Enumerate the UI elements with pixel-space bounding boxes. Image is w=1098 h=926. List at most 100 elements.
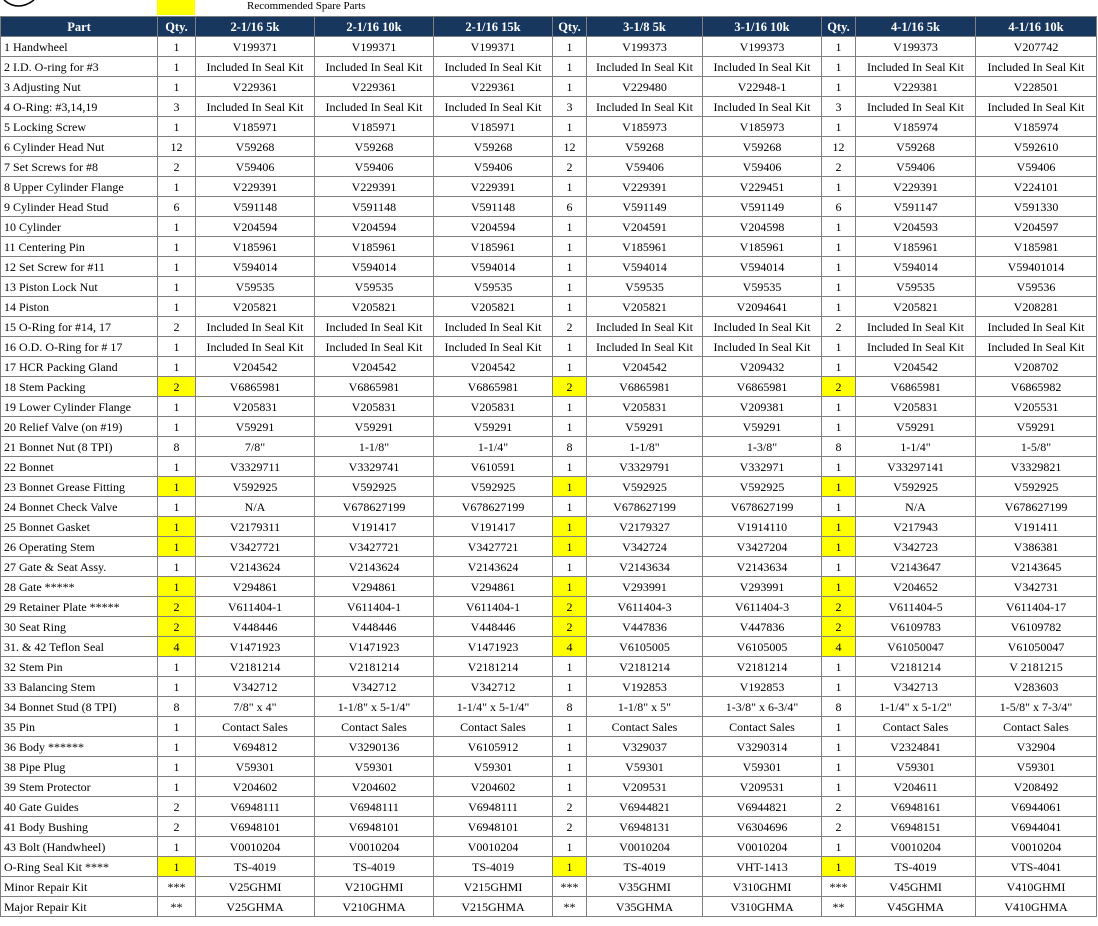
part-number-cell: V59291 <box>586 416 703 437</box>
part-number-cell: V678627199 <box>975 496 1097 517</box>
part-name-cell: 29 Retainer Plate ***** <box>0 596 158 617</box>
part-number-cell: V610591 <box>433 456 553 477</box>
part-name-cell: 31. & 42 Teflon Seal <box>0 636 158 657</box>
part-number-cell: V594014 <box>314 256 434 277</box>
part-number-cell: V0010204 <box>586 836 703 857</box>
part-number-cell: V6865981 <box>314 376 434 397</box>
qty-cell: 1 <box>157 276 196 297</box>
part-name-cell: 17 HCR Packing Gland <box>0 356 158 377</box>
part-number-cell: V59268 <box>586 136 703 157</box>
table-row: 10 Cylinder 1 V204594 V204594 V204594 1 V20459… <box>0 216 1097 237</box>
part-name-cell: 5 Locking Screw <box>0 116 158 137</box>
part-number-cell: V2094641 <box>702 296 822 317</box>
part-name-cell: 38 Pipe Plug <box>0 756 158 777</box>
part-number-cell: V204602 <box>195 776 315 797</box>
part-number-cell: TS-4019 <box>314 856 434 877</box>
qty-cell: 2 <box>157 616 196 637</box>
part-number-cell: V204594 <box>195 216 315 237</box>
qty-cell: 8 <box>821 696 856 717</box>
part-number-cell: V3427721 <box>433 536 553 557</box>
part-number-cell: V205831 <box>195 396 315 417</box>
part-number-cell: V591149 <box>586 196 703 217</box>
part-number-cell: 1-1/8" x 5" <box>586 696 703 717</box>
part-number-cell: V59291 <box>433 416 553 437</box>
table-row: 13 Piston Lock Nut 1 V59535 V59535 V59535 1 V5… <box>0 276 1097 297</box>
part-number-cell: V204611 <box>855 776 976 797</box>
part-number-cell: Included In Seal Kit <box>433 56 553 77</box>
part-number-cell: V293991 <box>586 576 703 597</box>
part-number-cell: V205831 <box>314 396 434 417</box>
qty-cell: 2 <box>552 596 587 617</box>
part-number-cell: 7/8" <box>195 436 315 457</box>
part-number-cell: V1914110 <box>702 516 822 537</box>
part-number-cell: V199373 <box>855 36 976 57</box>
part-name-cell: 24 Bonnet Check Valve <box>0 496 158 517</box>
part-number-cell: Included In Seal Kit <box>314 336 434 357</box>
part-name-cell: 15 O-Ring for #14, 17 <box>0 316 158 337</box>
part-number-cell: V592925 <box>433 476 553 497</box>
part-number-cell: V45GHMI <box>855 876 976 897</box>
qty-cell: *** <box>552 876 587 897</box>
part-number-cell: V592925 <box>702 476 822 497</box>
part-number-cell: V229391 <box>314 176 434 197</box>
part-number-cell: V6948111 <box>433 796 553 817</box>
part-number-cell: Included In Seal Kit <box>975 336 1097 357</box>
qty-cell: 8 <box>552 696 587 717</box>
part-number-cell: V592925 <box>195 476 315 497</box>
table-row: 40 Gate Guides 2 V6948111 V6948111 V6948111 2… <box>0 796 1097 817</box>
qty-cell: 1 <box>552 676 587 697</box>
part-name-cell: Major Repair Kit <box>0 896 158 917</box>
part-number-cell: V591148 <box>433 196 553 217</box>
part-number-cell: V191411 <box>975 516 1097 537</box>
part-number-cell: V199373 <box>586 36 703 57</box>
part-number-cell: V185961 <box>433 236 553 257</box>
part-number-cell: V205821 <box>195 296 315 317</box>
part-number-cell: V205821 <box>433 296 553 317</box>
qty-cell: 1 <box>552 456 587 477</box>
part-number-cell: V591149 <box>702 196 822 217</box>
table-row: 26 Operating Stem 1 V3427721 V3427721 V34277… <box>0 536 1097 557</box>
part-number-cell: 1-1/4" x 5-1/2" <box>855 696 976 717</box>
qty-cell: 1 <box>821 496 856 517</box>
column-header: 3-1/16 10k <box>702 16 822 37</box>
table-row: 36 Body ****** 1 V694812 V3290136 V6105912 1 V… <box>0 736 1097 757</box>
part-number-cell: V59268 <box>702 136 822 157</box>
part-number-cell: V2181214 <box>433 656 553 677</box>
qty-cell: 1 <box>157 416 196 437</box>
part-number-cell: V294861 <box>195 576 315 597</box>
part-number-cell: V6865981 <box>195 376 315 397</box>
part-number-cell: V342724 <box>586 536 703 557</box>
part-number-cell: V59291 <box>195 416 315 437</box>
part-number-cell: V59291 <box>975 416 1097 437</box>
legend-label: Recommended Spare Parts <box>247 0 366 12</box>
qty-cell: 4 <box>552 636 587 657</box>
part-number-cell: V6865981 <box>586 376 703 397</box>
part-number-cell: V3290136 <box>314 736 434 757</box>
part-number-cell: V59268 <box>195 136 315 157</box>
part-number-cell: V207742 <box>975 36 1097 57</box>
part-number-cell: V25GHMA <box>195 896 315 917</box>
part-number-cell: V22948-1 <box>702 76 822 97</box>
table-row: 19 Lower Cylinder Flange 1 V205831 V205831 V… <box>0 396 1097 417</box>
part-number-cell: V0010204 <box>433 836 553 857</box>
qty-cell: 1 <box>821 736 856 757</box>
part-number-cell: V185971 <box>195 116 315 137</box>
qty-cell: 1 <box>821 416 856 437</box>
qty-cell: 1 <box>157 36 196 57</box>
part-number-cell: V59291 <box>702 416 822 437</box>
part-number-cell: V204602 <box>314 776 434 797</box>
part-number-cell: V678627199 <box>586 496 703 517</box>
part-number-cell: V224101 <box>975 176 1097 197</box>
qty-cell: 2 <box>157 316 196 337</box>
part-number-cell: V592925 <box>855 476 976 497</box>
part-number-cell: Contact Sales <box>975 716 1097 737</box>
qty-cell: 1 <box>157 836 196 857</box>
part-number-cell: V61050047 <box>975 636 1097 657</box>
qty-cell: 1 <box>157 776 196 797</box>
qty-cell: 1 <box>821 656 856 677</box>
part-number-cell: Included In Seal Kit <box>433 316 553 337</box>
qty-cell: 6 <box>157 196 196 217</box>
part-number-cell: V59535 <box>702 276 822 297</box>
part-number-cell: Included In Seal Kit <box>975 96 1097 117</box>
qty-cell: 12 <box>157 136 196 157</box>
